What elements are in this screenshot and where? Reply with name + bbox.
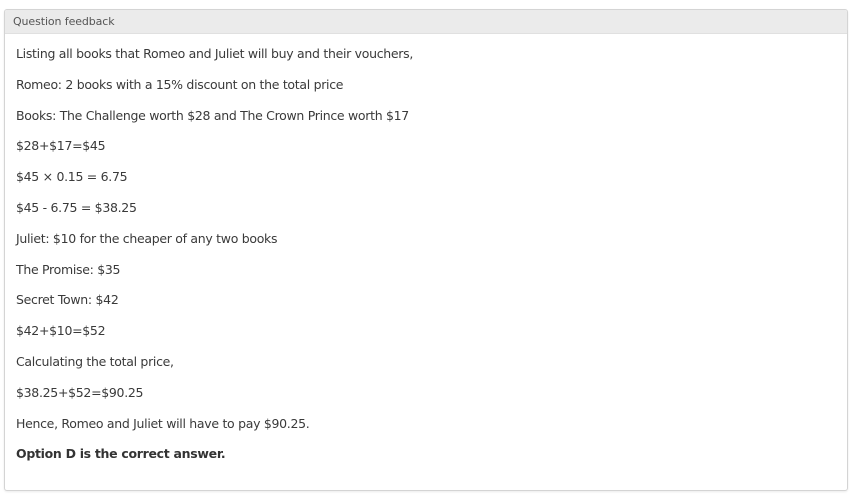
correct-answer-statement: Option D is the correct answer. (16, 446, 226, 462)
feedback-line: $38.25+$52=$90.25 (16, 384, 144, 400)
feedback-line: $28+$17=$45 (16, 138, 106, 154)
feedback-line: Listing all books that Romeo and Juliet … (16, 46, 414, 61)
feedback-body: Listing all books that Romeo and Juliet … (5, 34, 847, 461)
feedback-line: $45 × 0.15 = 6.75 (16, 169, 128, 185)
feedback-line: Romeo: 2 books with a 15% discount on th… (16, 76, 344, 92)
feedback-line: Hence, Romeo and Juliet will have to pay… (16, 415, 310, 431)
feedback-line: The Promise: $35 (16, 261, 121, 277)
feedback-line: $42+$10=$52 (16, 323, 106, 339)
feedback-line: Secret Town: $42 (16, 292, 119, 308)
feedback-line: Books: The Challenge worth $28 and The C… (16, 107, 409, 123)
panel-title: Question feedback (13, 15, 115, 28)
feedback-line: $45 - 6.75 = $38.25 (16, 199, 137, 215)
question-feedback-panel: Question feedback Listing all books that… (4, 9, 848, 491)
feedback-line: Juliet: $10 for the cheaper of any two b… (16, 230, 278, 246)
feedback-line: Calculating the total price, (16, 353, 174, 369)
panel-header: Question feedback (5, 10, 847, 34)
